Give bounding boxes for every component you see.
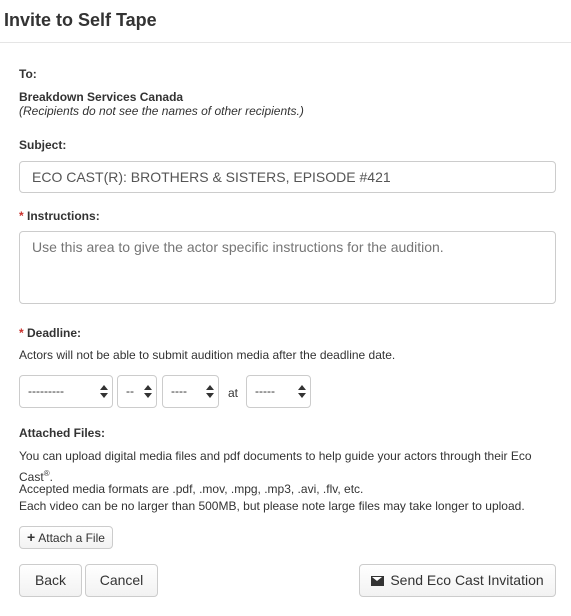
deadline-label-text: Deadline:: [27, 326, 82, 340]
deadline-year-select[interactable]: ----: [162, 375, 219, 408]
recipient-name: Breakdown Services Canada: [19, 90, 184, 104]
required-marker: *: [19, 326, 24, 340]
attach-file-label: Attach a File: [38, 531, 105, 545]
attach-file-button[interactable]: + Attach a File: [19, 526, 113, 549]
deadline-month-select[interactable]: ---------: [19, 375, 113, 408]
deadline-time-select[interactable]: -----: [246, 375, 311, 408]
deadline-month-value: ---------: [28, 384, 64, 398]
instructions-label: * Instructions:: [19, 209, 100, 223]
deadline-year-value: ----: [171, 384, 187, 398]
envelope-icon: [371, 576, 385, 586]
required-marker: *: [19, 209, 24, 223]
select-arrows-icon: [144, 385, 152, 399]
deadline-time-value: -----: [255, 384, 275, 398]
attached-help-line1: You can upload digital media files and p…: [19, 449, 532, 463]
to-label: To:: [19, 67, 37, 81]
deadline-day-select[interactable]: --: [117, 375, 157, 408]
instructions-textarea[interactable]: [19, 231, 556, 304]
at-label: at: [228, 386, 239, 400]
deadline-help: Actors will not be able to submit auditi…: [19, 348, 396, 362]
modal-title: Invite to Self Tape: [4, 10, 157, 30]
send-invitation-label: Send Eco Cast Invitation: [390, 572, 544, 588]
select-arrows-icon: [206, 385, 214, 399]
accepted-formats: Accepted media formats are .pdf, .mov, .…: [19, 482, 364, 496]
cancel-button[interactable]: Cancel: [85, 564, 158, 597]
send-invitation-button[interactable]: Send Eco Cast Invitation: [359, 564, 556, 597]
instructions-label-text: Instructions:: [27, 209, 100, 223]
subject-input[interactable]: ECO CAST(R): BROTHERS & SISTERS, EPISODE…: [19, 161, 556, 193]
subject-label: Subject:: [19, 138, 67, 152]
back-button[interactable]: Back: [19, 564, 82, 597]
select-arrows-icon: [298, 385, 306, 399]
select-arrows-icon: [100, 385, 108, 399]
attached-files-label: Attached Files:: [19, 426, 106, 440]
deadline-day-value: --: [126, 384, 134, 398]
size-limit-note: Each video can be no larger than 500MB, …: [19, 499, 525, 513]
plus-icon: +: [27, 529, 36, 545]
attached-files-help: You can upload digital media files and p…: [19, 448, 559, 486]
deadline-label: * Deadline:: [19, 326, 81, 340]
recipients-note: (Recipients do not see the names of othe…: [19, 104, 304, 118]
modal-header: Invite to Self Tape: [0, 0, 571, 43]
